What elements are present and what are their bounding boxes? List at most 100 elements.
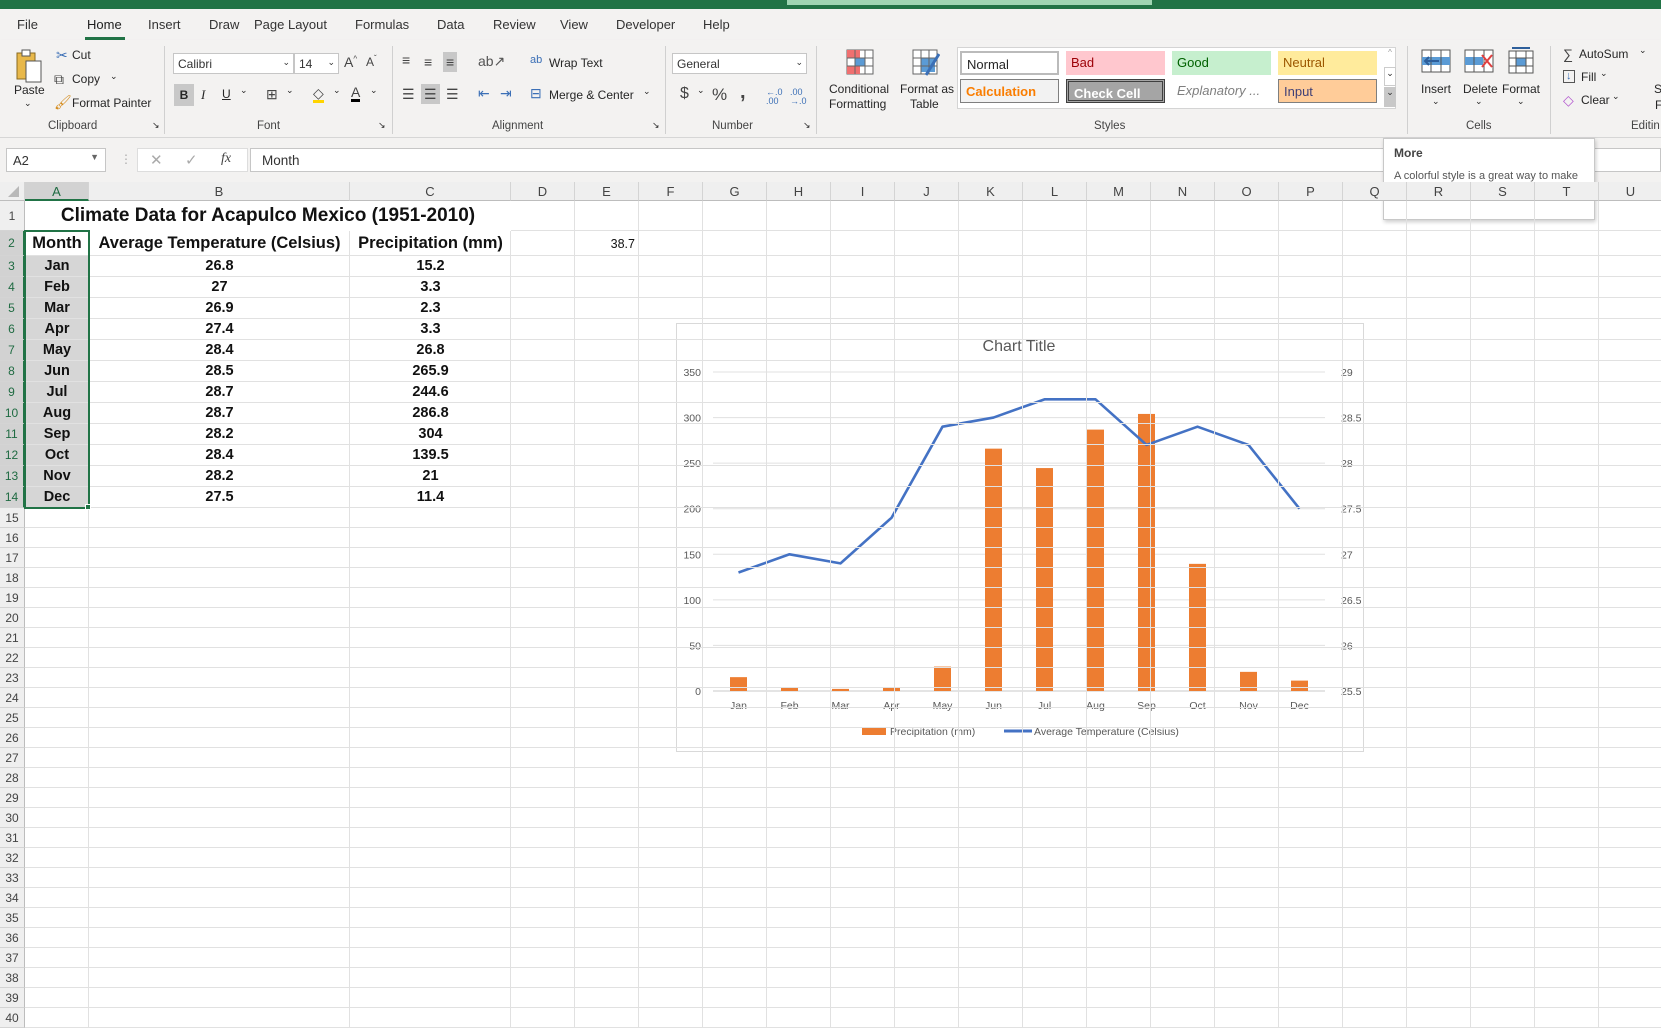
- cell[interactable]: [1471, 628, 1535, 648]
- cell[interactable]: [959, 908, 1023, 928]
- cell[interactable]: [1599, 688, 1661, 708]
- cell[interactable]: [1279, 298, 1343, 319]
- cell[interactable]: [350, 528, 511, 548]
- cell[interactable]: [767, 424, 831, 445]
- cell[interactable]: [1215, 466, 1279, 487]
- cell[interactable]: [1087, 201, 1151, 231]
- cell[interactable]: [1279, 828, 1343, 848]
- style-calculation[interactable]: Calculation: [960, 79, 1059, 103]
- cell[interactable]: [1471, 445, 1535, 466]
- cell[interactable]: [1023, 487, 1087, 508]
- cell[interactable]: [1087, 466, 1151, 487]
- resize-handle[interactable]: ⋮: [120, 152, 132, 166]
- cell[interactable]: [1279, 768, 1343, 788]
- cell[interactable]: [1407, 768, 1471, 788]
- cell[interactable]: [895, 277, 959, 298]
- cell[interactable]: [25, 628, 89, 648]
- cell[interactable]: [1151, 1008, 1215, 1028]
- cell[interactable]: [1599, 231, 1661, 256]
- number-launcher-icon[interactable]: ↘: [803, 120, 811, 131]
- cell[interactable]: [703, 568, 767, 588]
- row-header-19[interactable]: 19: [0, 588, 25, 608]
- search-box[interactable]: [787, 0, 1152, 5]
- cell[interactable]: [1343, 868, 1407, 888]
- cell[interactable]: [1535, 768, 1599, 788]
- cell[interactable]: [767, 231, 831, 256]
- cell[interactable]: [1535, 466, 1599, 487]
- cell[interactable]: [1343, 466, 1407, 487]
- cell[interactable]: [1087, 382, 1151, 403]
- cell[interactable]: [1215, 828, 1279, 848]
- cell[interactable]: [1599, 548, 1661, 568]
- cell[interactable]: [1279, 319, 1343, 340]
- cell[interactable]: [703, 231, 767, 256]
- cell[interactable]: [1343, 1008, 1407, 1028]
- cell[interactable]: [895, 748, 959, 768]
- cell[interactable]: [89, 788, 350, 808]
- cell[interactable]: [1535, 361, 1599, 382]
- cell[interactable]: [767, 340, 831, 361]
- cell[interactable]: [575, 928, 639, 948]
- cell[interactable]: [1343, 888, 1407, 908]
- cell[interactable]: [831, 948, 895, 968]
- gallery-scroll-down-icon[interactable]: ⌄: [1384, 67, 1396, 86]
- cell[interactable]: [1471, 608, 1535, 628]
- cell[interactable]: [639, 424, 703, 445]
- cell[interactable]: [1087, 888, 1151, 908]
- cell[interactable]: [1279, 508, 1343, 528]
- cell[interactable]: [959, 788, 1023, 808]
- column-header-k[interactable]: K: [959, 182, 1023, 201]
- cell[interactable]: [25, 748, 89, 768]
- cell[interactable]: [1471, 588, 1535, 608]
- cell[interactable]: [25, 608, 89, 628]
- cell[interactable]: [1407, 487, 1471, 508]
- cell[interactable]: [959, 708, 1023, 728]
- column-header-h[interactable]: H: [767, 182, 831, 201]
- cell[interactable]: [639, 868, 703, 888]
- chevron-down-icon[interactable]: ⌄: [1432, 96, 1440, 107]
- temperature-cell[interactable]: 28.7: [89, 382, 350, 403]
- cell[interactable]: [1087, 648, 1151, 668]
- cell[interactable]: [1471, 466, 1535, 487]
- increase-decimal-icon[interactable]: ←.0.00: [766, 88, 783, 106]
- cell[interactable]: [895, 668, 959, 688]
- cell[interactable]: [1087, 403, 1151, 424]
- row-header-12[interactable]: 12: [0, 445, 25, 466]
- cell[interactable]: [703, 528, 767, 548]
- cell[interactable]: [959, 988, 1023, 1008]
- cell[interactable]: [831, 298, 895, 319]
- cell[interactable]: [1151, 361, 1215, 382]
- cell[interactable]: [639, 968, 703, 988]
- cell[interactable]: [1343, 908, 1407, 928]
- cell[interactable]: [1279, 340, 1343, 361]
- cell[interactable]: [895, 988, 959, 1008]
- cell[interactable]: [831, 277, 895, 298]
- cell[interactable]: [831, 688, 895, 708]
- cell[interactable]: [767, 201, 831, 231]
- cell[interactable]: [1151, 748, 1215, 768]
- row-header-10[interactable]: 10: [0, 403, 25, 424]
- cell[interactable]: [895, 608, 959, 628]
- clear-button[interactable]: Clear: [1581, 93, 1610, 107]
- cell[interactable]: [511, 361, 575, 382]
- cell[interactable]: [959, 382, 1023, 403]
- cell[interactable]: [895, 1008, 959, 1028]
- cell[interactable]: [350, 828, 511, 848]
- cell[interactable]: [1023, 298, 1087, 319]
- cell[interactable]: [1407, 748, 1471, 768]
- cell[interactable]: [350, 548, 511, 568]
- cell[interactable]: [1087, 528, 1151, 548]
- cell[interactable]: [639, 487, 703, 508]
- cell[interactable]: [1535, 508, 1599, 528]
- cell[interactable]: [1023, 668, 1087, 688]
- cell[interactable]: [1471, 668, 1535, 688]
- cell[interactable]: [1407, 668, 1471, 688]
- cell[interactable]: [1535, 688, 1599, 708]
- cell[interactable]: [1087, 588, 1151, 608]
- cell[interactable]: [575, 768, 639, 788]
- cell[interactable]: [767, 848, 831, 868]
- row-header-32[interactable]: 32: [0, 848, 25, 868]
- cell[interactable]: [1151, 768, 1215, 788]
- cell[interactable]: [1407, 968, 1471, 988]
- fill-color-icon[interactable]: ◇: [313, 86, 324, 103]
